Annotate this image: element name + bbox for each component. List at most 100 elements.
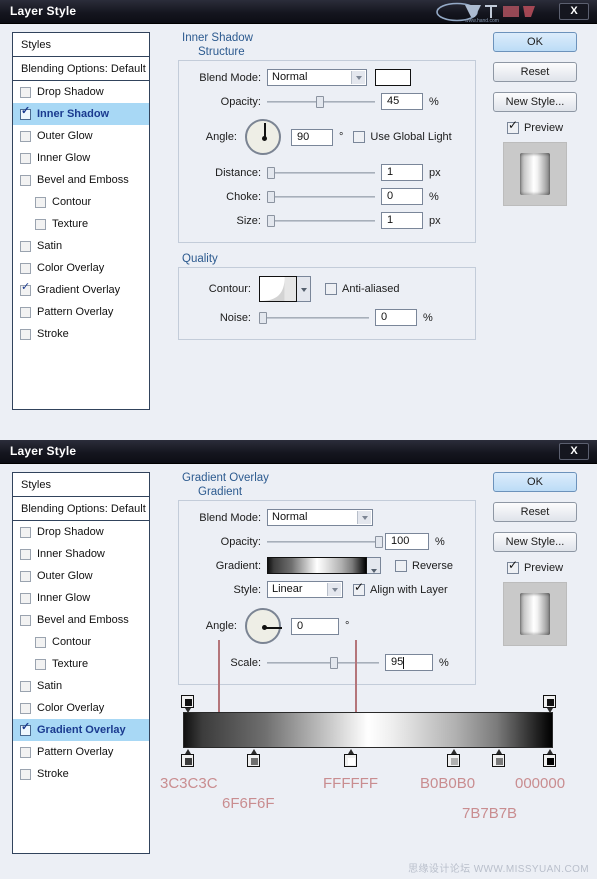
reset-button[interactable]: Reset bbox=[493, 502, 577, 522]
style-row-gradient-overlay[interactable]: Gradient Overlay bbox=[13, 279, 149, 301]
slider-knob[interactable] bbox=[374, 535, 383, 548]
scale-input[interactable]: 95 bbox=[385, 654, 433, 671]
gradient-color-stop[interactable] bbox=[543, 749, 557, 767]
noise-slider[interactable] bbox=[259, 311, 369, 325]
gradient-bar[interactable] bbox=[183, 712, 553, 748]
style-row-bevel-and-emboss[interactable]: Bevel and Emboss bbox=[13, 609, 149, 631]
angle-input[interactable]: 0 bbox=[291, 617, 339, 635]
align-with-layer-checkbox[interactable]: Align with Layer bbox=[353, 581, 448, 596]
angle-unit: ° bbox=[345, 620, 350, 632]
style-row-inner-shadow[interactable]: Inner Shadow bbox=[13, 103, 149, 125]
checkbox-icon[interactable] bbox=[20, 526, 31, 538]
style-row-texture[interactable]: Texture bbox=[13, 213, 149, 235]
style-row-satin[interactable]: Satin bbox=[13, 235, 149, 257]
angle-row: Angle: 0 ° bbox=[187, 603, 467, 649]
angle-dial[interactable] bbox=[245, 119, 281, 155]
opacity-slider[interactable] bbox=[267, 535, 383, 549]
contour-thumbnail[interactable] bbox=[259, 276, 297, 302]
slider-knob[interactable] bbox=[267, 190, 275, 203]
opacity-input[interactable]: 100 bbox=[385, 533, 429, 550]
gradient-color-stop[interactable] bbox=[180, 749, 194, 767]
checkbox-icon[interactable] bbox=[35, 658, 46, 670]
checkbox-icon[interactable] bbox=[20, 152, 31, 164]
style-row-color-overlay[interactable]: Color Overlay bbox=[13, 257, 149, 279]
reverse-checkbox[interactable]: Reverse bbox=[395, 559, 453, 572]
preview-checkbox[interactable]: Preview bbox=[493, 119, 577, 134]
choke-slider[interactable] bbox=[267, 190, 375, 204]
anti-aliased-checkbox[interactable]: Anti-aliased bbox=[325, 283, 399, 295]
checkbox-icon[interactable] bbox=[20, 282, 31, 296]
checkbox-icon[interactable] bbox=[20, 106, 31, 120]
opacity-input[interactable]: 45 bbox=[381, 93, 423, 110]
style-row-drop-shadow[interactable]: Drop Shadow bbox=[13, 81, 149, 103]
gradient-style-select[interactable]: Linear bbox=[267, 581, 343, 598]
blending-options-row[interactable]: Blending Options: Default bbox=[13, 57, 149, 81]
scale-slider[interactable] bbox=[267, 656, 379, 670]
gradient-dropdown-arrow-icon[interactable] bbox=[367, 557, 381, 574]
checkbox-icon[interactable] bbox=[20, 174, 31, 186]
choke-input[interactable]: 0 bbox=[381, 188, 423, 205]
blending-options-row[interactable]: Blending Options: Default bbox=[13, 497, 149, 521]
slider-knob[interactable] bbox=[315, 95, 324, 108]
close-button[interactable]: X bbox=[559, 3, 589, 20]
slider-knob[interactable] bbox=[329, 656, 338, 669]
checkbox-icon[interactable] bbox=[20, 86, 31, 98]
close-button[interactable]: X bbox=[559, 443, 589, 460]
blend-mode-select[interactable]: Normal bbox=[267, 69, 367, 86]
shadow-color-swatch[interactable] bbox=[375, 69, 411, 86]
checkbox-icon[interactable] bbox=[35, 196, 46, 208]
checkbox-icon[interactable] bbox=[20, 592, 31, 604]
angle-input[interactable]: 90 bbox=[291, 128, 333, 146]
gradient-color-stop[interactable] bbox=[447, 749, 461, 767]
noise-input[interactable]: 0 bbox=[375, 309, 417, 326]
gradient-opacity-stop[interactable] bbox=[180, 695, 194, 713]
blend-mode-select[interactable]: Normal bbox=[267, 509, 373, 526]
gradient-opacity-stop[interactable] bbox=[543, 695, 557, 713]
contour-dropdown-arrow-icon[interactable] bbox=[297, 276, 311, 302]
style-row-stroke[interactable]: Stroke bbox=[13, 323, 149, 345]
checkbox-icon[interactable] bbox=[20, 614, 31, 626]
checkbox-icon[interactable] bbox=[20, 130, 31, 142]
checkbox-icon[interactable] bbox=[20, 328, 31, 340]
style-row-inner-glow[interactable]: Inner Glow bbox=[13, 587, 149, 609]
slider-knob[interactable] bbox=[267, 166, 275, 179]
style-row-inner-shadow[interactable]: Inner Shadow bbox=[13, 543, 149, 565]
checkbox-icon[interactable] bbox=[20, 262, 31, 274]
reset-button[interactable]: Reset bbox=[493, 62, 577, 82]
checkbox-icon[interactable] bbox=[35, 218, 46, 230]
style-row-bevel-and-emboss[interactable]: Bevel and Emboss bbox=[13, 169, 149, 191]
checkbox-icon[interactable] bbox=[20, 570, 31, 582]
angle-dial[interactable] bbox=[245, 608, 282, 644]
size-slider[interactable] bbox=[267, 214, 375, 228]
slider-knob[interactable] bbox=[259, 311, 267, 324]
style-row-contour[interactable]: Contour bbox=[13, 631, 149, 653]
style-row-outer-glow[interactable]: Outer Glow bbox=[13, 125, 149, 147]
slider-knob[interactable] bbox=[267, 214, 275, 227]
opacity-slider[interactable] bbox=[267, 95, 375, 109]
checkbox-icon[interactable] bbox=[35, 636, 46, 648]
gradient-color-stop[interactable] bbox=[343, 749, 357, 767]
style-row-drop-shadow[interactable]: Drop Shadow bbox=[13, 521, 149, 543]
gradient-color-stop[interactable] bbox=[247, 749, 261, 767]
style-row-inner-glow[interactable]: Inner Glow bbox=[13, 147, 149, 169]
ok-button[interactable]: OK bbox=[493, 472, 577, 492]
gradient-color-stop[interactable] bbox=[491, 749, 505, 767]
size-input[interactable]: 1 bbox=[381, 212, 423, 229]
checkbox-icon[interactable] bbox=[20, 548, 31, 560]
style-row-pattern-overlay[interactable]: Pattern Overlay bbox=[13, 301, 149, 323]
style-row-contour[interactable]: Contour bbox=[13, 191, 149, 213]
checkbox-icon[interactable] bbox=[20, 240, 31, 252]
style-row-outer-glow[interactable]: Outer Glow bbox=[13, 565, 149, 587]
new-style-button[interactable]: New Style... bbox=[493, 532, 577, 552]
ok-button[interactable]: OK bbox=[493, 32, 577, 52]
distance-slider[interactable] bbox=[267, 166, 375, 180]
preview-checkbox[interactable]: Preview bbox=[493, 559, 577, 574]
stop-chip bbox=[184, 699, 192, 706]
use-global-light-checkbox[interactable]: Use Global Light bbox=[353, 131, 452, 143]
gradient-preview-swatch[interactable] bbox=[267, 557, 367, 574]
checkbox-icon[interactable] bbox=[20, 306, 31, 318]
new-style-button[interactable]: New Style... bbox=[493, 92, 577, 112]
contour-picker[interactable] bbox=[259, 276, 311, 302]
distance-input[interactable]: 1 bbox=[381, 164, 423, 181]
style-row-texture[interactable]: Texture bbox=[13, 653, 149, 675]
